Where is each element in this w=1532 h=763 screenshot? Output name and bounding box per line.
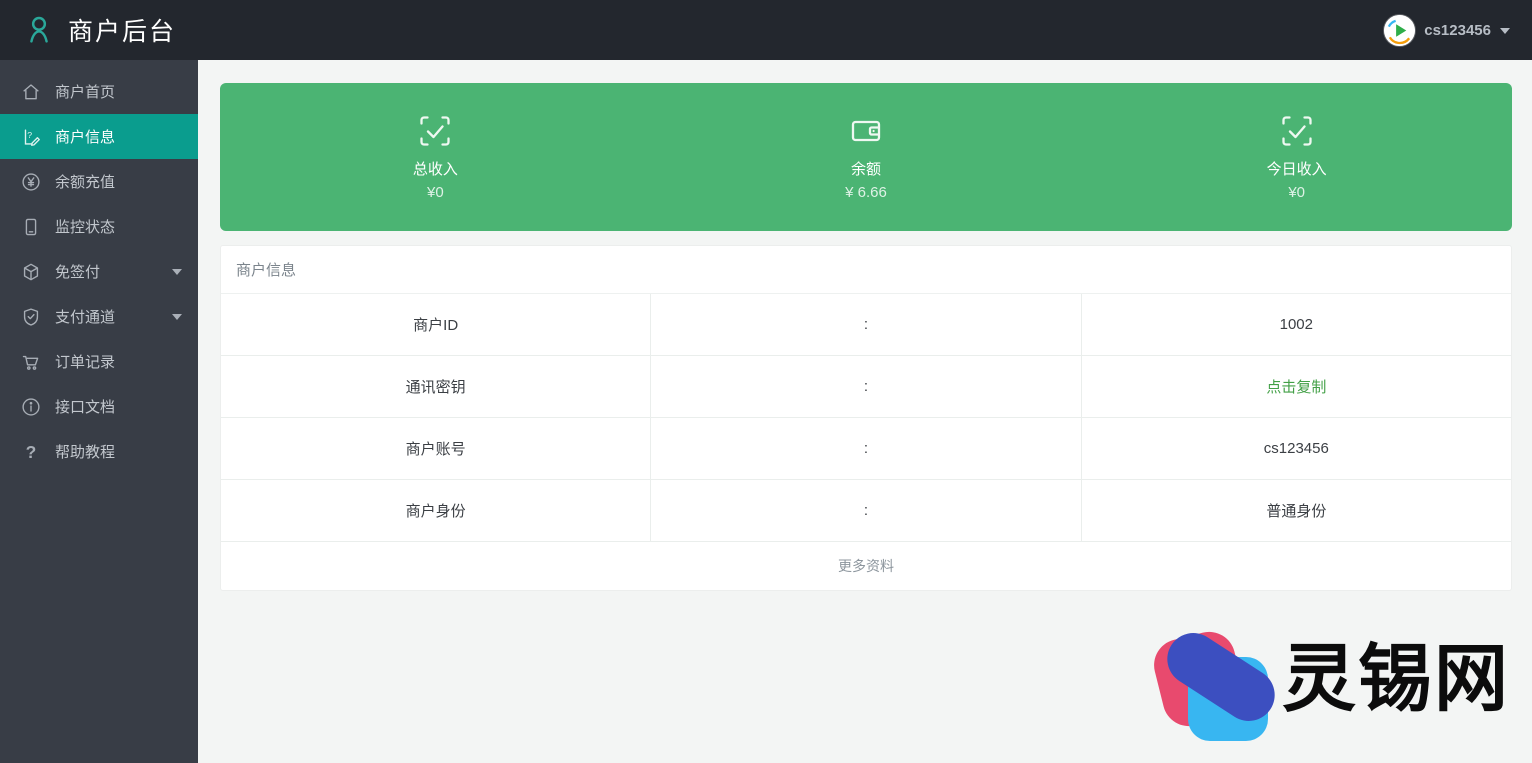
card-title: 商户信息 [221, 246, 1511, 294]
sidebar-item-label: 订单记录 [55, 351, 115, 372]
avatar[interactable] [1384, 15, 1415, 46]
lingxi-logo-icon [1154, 625, 1276, 747]
row-separator: : [650, 294, 1081, 355]
table-row: 通讯密钥 : 点击复制 [221, 356, 1511, 418]
stat-value: ¥0 [427, 184, 444, 201]
sidebar-item-home[interactable]: 商户首页 [0, 69, 198, 114]
sidebar-item-label: 接口文档 [55, 396, 115, 417]
row-label: 商户ID [221, 294, 650, 355]
table-row: 商户ID : 1002 [221, 294, 1511, 356]
row-separator: : [650, 418, 1081, 479]
sidebar-item-api-docs[interactable]: 接口文档 [0, 384, 198, 429]
table-row: 商户身份 : 普通身份 [221, 480, 1511, 542]
row-value: cs123456 [1082, 418, 1511, 479]
more-info-button[interactable]: 更多资料 [221, 542, 1511, 590]
home-icon [20, 81, 42, 103]
chevron-down-icon [1500, 28, 1510, 34]
sidebar-item-merchant-info[interactable]: ? 商户信息 [0, 114, 198, 159]
stat-today-income: 今日收入 ¥0 [1081, 113, 1512, 201]
sidebar-item-help[interactable]: ? 帮助教程 [0, 429, 198, 474]
row-separator: : [650, 480, 1081, 541]
scan-check-icon [1279, 113, 1315, 149]
cube-icon [20, 261, 42, 283]
svg-text:?: ? [27, 129, 32, 139]
edit-doc-icon: ? [20, 126, 42, 148]
topbar: 商户后台 cs123456 [0, 0, 1532, 60]
row-label: 通讯密钥 [221, 356, 650, 417]
row-label: 商户账号 [221, 418, 650, 479]
stat-label: 今日收入 [1267, 158, 1327, 179]
sidebar-item-no-sign-pay[interactable]: 免签付 [0, 249, 198, 294]
stat-label: 总收入 [413, 158, 458, 179]
sidebar-item-label: 支付通道 [55, 306, 115, 327]
wallet-icon [848, 113, 884, 149]
person-logo-icon [22, 13, 56, 47]
mobile-icon [20, 216, 42, 238]
sidebar-item-label: 免签付 [55, 261, 100, 282]
sidebar: 商户首页 ? 商户信息 余额充值 监控状态 [0, 60, 198, 763]
user-menu[interactable]: cs123456 [1384, 15, 1510, 46]
stat-value: ¥0 [1288, 184, 1305, 201]
app-title: 商户后台 [68, 12, 176, 48]
sidebar-item-label: 余额充值 [55, 171, 115, 192]
stat-total-income: 总收入 ¥0 [220, 113, 651, 201]
row-label: 商户身份 [221, 480, 650, 541]
sidebar-item-label: 监控状态 [55, 216, 115, 237]
chevron-down-icon [172, 269, 182, 275]
row-separator: : [650, 356, 1081, 417]
shield-check-icon [20, 306, 42, 328]
watermark: 灵锡网 [1154, 625, 1510, 747]
chevron-down-icon [172, 314, 182, 320]
sidebar-item-monitor[interactable]: 监控状态 [0, 204, 198, 249]
sidebar-item-label: 商户信息 [55, 126, 115, 147]
sidebar-item-label: 帮助教程 [55, 441, 115, 462]
copy-secret-link[interactable]: 点击复制 [1266, 376, 1326, 397]
merchant-info-card: 商户信息 商户ID : 1002 通讯密钥 : 点击复制 商户账号 : cs12… [220, 245, 1512, 591]
svg-text:?: ? [26, 441, 37, 461]
sidebar-item-orders[interactable]: 订单记录 [0, 339, 198, 384]
watermark-text: 灵锡网 [1282, 642, 1510, 716]
sidebar-item-recharge[interactable]: 余额充值 [0, 159, 198, 204]
username: cs123456 [1424, 22, 1491, 39]
sidebar-item-label: 商户首页 [55, 81, 115, 102]
stat-label: 余额 [851, 158, 881, 179]
scan-check-icon [417, 113, 453, 149]
question-icon: ? [20, 441, 42, 463]
brand: 商户后台 [22, 12, 176, 48]
stat-value: ¥ 6.66 [845, 184, 887, 201]
stat-balance: 余额 ¥ 6.66 [651, 113, 1082, 201]
info-circle-icon [20, 396, 42, 418]
cart-icon [20, 351, 42, 373]
stats-banner: 总收入 ¥0 余额 ¥ 6.66 [220, 83, 1512, 231]
row-value: 1002 [1082, 294, 1511, 355]
table-row: 商户账号 : cs123456 [221, 418, 1511, 480]
row-value: 普通身份 [1082, 480, 1511, 541]
yuan-circle-icon [20, 171, 42, 193]
sidebar-item-pay-channel[interactable]: 支付通道 [0, 294, 198, 339]
